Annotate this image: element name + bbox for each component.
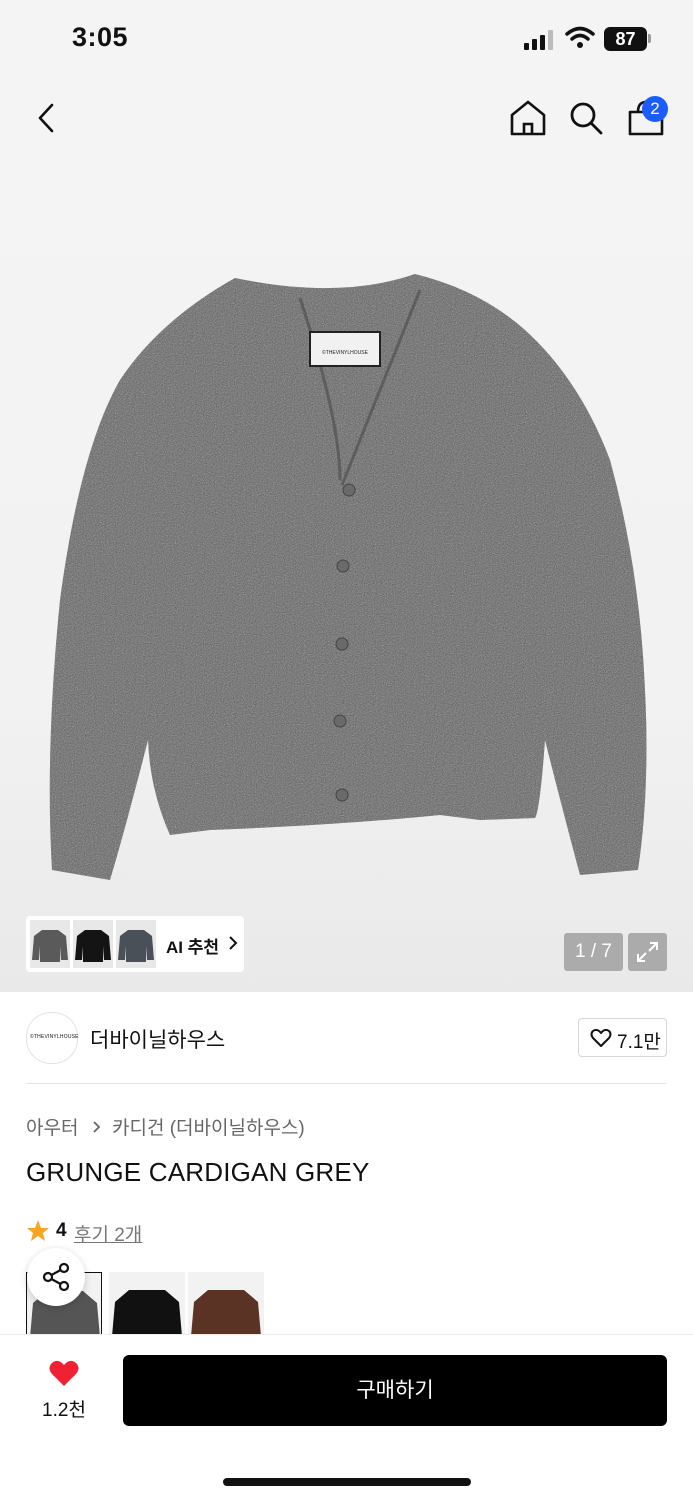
- cart-count-badge: 2: [642, 96, 668, 122]
- rating-value: 4: [56, 1220, 67, 1241]
- button-3: [335, 637, 349, 651]
- star-icon: [27, 1220, 49, 1241]
- button-2: [336, 559, 350, 573]
- ai-thumb-charcoal: [116, 920, 156, 968]
- brand-logo-text: ©THEVINYLHOUSE: [30, 1034, 79, 1040]
- button-1: [342, 483, 356, 497]
- brand-like-count: 7.1만: [617, 1032, 661, 1053]
- expand-icon: [637, 942, 658, 962]
- wishlist-count: 1.2천: [42, 1400, 86, 1421]
- button-4: [333, 714, 347, 728]
- breadcrumb: 아우터 카디건 (더바이닐하우스): [26, 1113, 305, 1140]
- wishlist-button[interactable]: 1.2천: [30, 1355, 98, 1425]
- brand-like-button[interactable]: 7.1만: [578, 1018, 667, 1057]
- home-indicator: [223, 1478, 471, 1486]
- brand-row: ©THEVINYLHOUSE 더바이닐하우스 7.1만: [0, 993, 693, 1083]
- brand-name[interactable]: 더바이닐하우스: [90, 1024, 225, 1054]
- home-icon[interactable]: [508, 98, 548, 138]
- expand-button[interactable]: [628, 933, 667, 971]
- ai-recommendation-chip[interactable]: AI 추천: [26, 916, 244, 972]
- buy-button[interactable]: 구매하기: [123, 1355, 667, 1426]
- product-image[interactable]: ©THEVINYLHOUSE: [40, 270, 655, 890]
- review-link[interactable]: 후기 2개: [74, 1220, 142, 1247]
- breadcrumb-subcategory[interactable]: 카디건 (더바이닐하우스): [112, 1118, 305, 1139]
- breadcrumb-category[interactable]: 아우터: [26, 1118, 78, 1139]
- bottom-action-bar: 1.2천 구매하기: [0, 1334, 693, 1501]
- share-icon: [42, 1262, 70, 1292]
- battery-tip: [648, 34, 651, 43]
- ai-thumb-grey: [30, 920, 70, 968]
- divider: [26, 1083, 667, 1084]
- signal-icon: [524, 30, 553, 50]
- wifi-icon: [565, 26, 595, 48]
- button-5: [335, 788, 349, 802]
- product-image-gallery[interactable]: ©THEVINYLHOUSE: [0, 0, 693, 992]
- battery-icon: 87: [604, 27, 647, 51]
- ai-recommendation-label: AI 추천: [166, 938, 220, 957]
- heart-filled-icon: [49, 1360, 79, 1386]
- ai-thumb-black: [73, 920, 113, 968]
- share-button[interactable]: [27, 1248, 85, 1306]
- search-icon[interactable]: [566, 98, 606, 138]
- clothing-tag-text: ©THEVINYLHOUSE: [322, 349, 369, 356]
- swatch-brown[interactable]: [188, 1272, 264, 1334]
- status-time: 3:05: [72, 22, 129, 52]
- heart-outline-icon: [590, 1028, 612, 1047]
- product-title: GRUNGE CARDIGAN GREY: [26, 1157, 370, 1187]
- brand-logo[interactable]: ©THEVINYLHOUSE: [26, 1012, 79, 1064]
- swatch-black[interactable]: [109, 1272, 185, 1334]
- clothing-tag: [309, 331, 381, 367]
- chevron-right-icon: [92, 1118, 101, 1140]
- image-counter: 1 / 7: [564, 933, 623, 971]
- back-icon[interactable]: [30, 100, 66, 136]
- status-bar: 3:05 87: [0, 0, 693, 78]
- chevron-right-icon: [229, 936, 238, 950]
